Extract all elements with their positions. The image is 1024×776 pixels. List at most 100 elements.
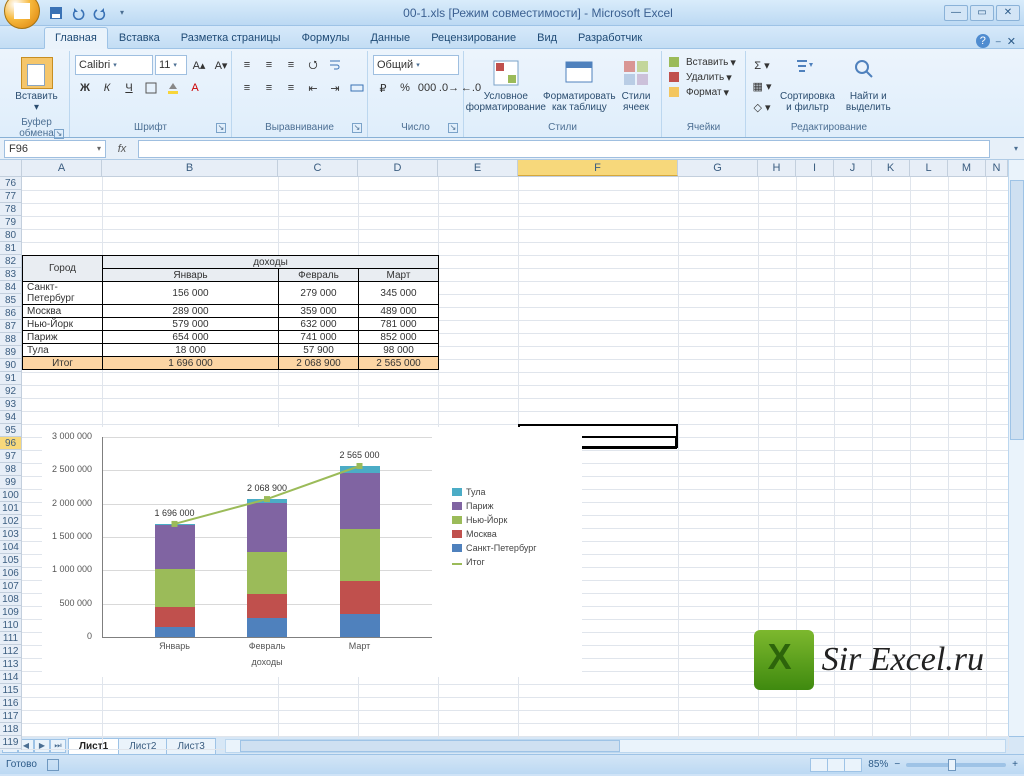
increase-font-icon[interactable]: A▴ <box>189 55 209 75</box>
fill-icon[interactable]: ▦ ▾ <box>751 76 773 96</box>
col-header-A[interactable]: A <box>22 160 102 176</box>
ribbon-tab-6[interactable]: Вид <box>527 28 567 48</box>
ribbon-tab-4[interactable]: Данные <box>360 28 420 48</box>
wrap-text-icon[interactable] <box>325 55 345 75</box>
col-header-D[interactable]: D <box>358 160 438 176</box>
minimize-button[interactable]: — <box>944 5 968 21</box>
align-bot-icon[interactable]: ≡ <box>281 55 301 75</box>
qat-save-icon[interactable] <box>46 3 66 23</box>
view-layout-icon[interactable] <box>827 758 845 772</box>
zoom-out-icon[interactable]: − <box>894 759 900 770</box>
row-header-104[interactable]: 104 <box>0 541 21 554</box>
clear-icon[interactable]: ◇ ▾ <box>751 97 773 117</box>
formula-expand-icon[interactable]: ▾ <box>1008 144 1024 153</box>
row-header-107[interactable]: 107 <box>0 580 21 593</box>
row-header-105[interactable]: 105 <box>0 554 21 567</box>
ribbon-tab-0[interactable]: Главная <box>44 27 108 49</box>
col-header-J[interactable]: J <box>834 160 872 176</box>
row-header-79[interactable]: 79 <box>0 216 21 229</box>
row-header-80[interactable]: 80 <box>0 229 21 242</box>
row-header-82[interactable]: 82 <box>0 255 21 268</box>
row-header-109[interactable]: 109 <box>0 606 21 619</box>
format-cells-button[interactable]: Формат ▾ <box>667 85 729 99</box>
row-header-90[interactable]: 90 <box>0 359 21 372</box>
col-header-N[interactable]: N <box>986 160 1008 176</box>
macro-record-icon[interactable] <box>47 759 59 771</box>
col-header-L[interactable]: L <box>910 160 948 176</box>
conditional-format-button[interactable]: Условное форматирование <box>469 55 543 115</box>
clipboard-dialog-icon[interactable]: ↘ <box>54 129 64 139</box>
row-header-113[interactable]: 113 <box>0 658 21 671</box>
row-header-89[interactable]: 89 <box>0 346 21 359</box>
qat-undo-icon[interactable] <box>68 3 88 23</box>
row-header-81[interactable]: 81 <box>0 242 21 255</box>
col-header-H[interactable]: H <box>758 160 796 176</box>
row-header-111[interactable]: 111 <box>0 632 21 645</box>
align-center-icon[interactable]: ≡ <box>259 78 279 98</box>
sort-filter-button[interactable]: Сортировка и фильтр <box>776 55 839 115</box>
row-header-101[interactable]: 101 <box>0 502 21 515</box>
fx-icon[interactable]: fx <box>112 140 132 158</box>
row-header-95[interactable]: 95 <box>0 424 21 437</box>
row-header-106[interactable]: 106 <box>0 567 21 580</box>
vertical-scrollbar[interactable] <box>1008 160 1024 736</box>
percent-icon[interactable]: % <box>395 78 415 98</box>
row-header-94[interactable]: 94 <box>0 411 21 424</box>
qat-customize-icon[interactable]: ▾ <box>112 3 132 23</box>
select-all-corner[interactable] <box>0 160 22 177</box>
number-dialog-icon[interactable]: ↘ <box>448 123 458 133</box>
indent-inc-icon[interactable]: ⇥ <box>325 78 345 98</box>
row-header-77[interactable]: 77 <box>0 190 21 203</box>
row-header-115[interactable]: 115 <box>0 684 21 697</box>
font-size-combo[interactable]: 11▾ <box>155 55 187 75</box>
font-name-combo[interactable]: Calibri▾ <box>75 55 153 75</box>
col-header-F[interactable]: F <box>518 160 678 176</box>
row-header-102[interactable]: 102 <box>0 515 21 528</box>
close-button[interactable]: ✕ <box>996 5 1020 21</box>
format-as-table-button[interactable]: Форматировать как таблицу <box>546 55 613 115</box>
row-header-99[interactable]: 99 <box>0 476 21 489</box>
row-header-119[interactable]: 119 <box>0 736 21 749</box>
ribbon-tab-5[interactable]: Рецензирование <box>421 28 526 48</box>
insert-cells-button[interactable]: Вставить ▾ <box>667 55 736 69</box>
row-header-83[interactable]: 83 <box>0 268 21 281</box>
ribbon-tab-3[interactable]: Формулы <box>292 28 360 48</box>
col-header-E[interactable]: E <box>438 160 518 176</box>
col-header-G[interactable]: G <box>678 160 758 176</box>
col-header-M[interactable]: M <box>948 160 986 176</box>
delete-cells-button[interactable]: Удалить ▾ <box>667 70 732 84</box>
row-header-97[interactable]: 97 <box>0 450 21 463</box>
col-header-B[interactable]: B <box>102 160 278 176</box>
number-format-combo[interactable]: Общий▾ <box>373 55 459 75</box>
maximize-button[interactable]: ▭ <box>970 5 994 21</box>
ribbon-minimize-icon[interactable]: – <box>996 36 1001 46</box>
row-header-108[interactable]: 108 <box>0 593 21 606</box>
doc-close-icon[interactable]: ✕ <box>1007 35 1016 48</box>
help-icon[interactable]: ? <box>976 34 990 48</box>
row-header-98[interactable]: 98 <box>0 463 21 476</box>
row-header-117[interactable]: 117 <box>0 710 21 723</box>
office-button[interactable] <box>4 0 40 29</box>
row-header-110[interactable]: 110 <box>0 619 21 632</box>
row-header-103[interactable]: 103 <box>0 528 21 541</box>
decrease-font-icon[interactable]: A▾ <box>211 55 231 75</box>
zoom-in-icon[interactable]: + <box>1012 759 1018 770</box>
formula-input[interactable] <box>138 140 990 158</box>
autosum-icon[interactable]: Σ ▾ <box>751 55 773 75</box>
align-right-icon[interactable]: ≡ <box>281 78 301 98</box>
row-header-84[interactable]: 84 <box>0 281 21 294</box>
bold-icon[interactable]: Ж <box>75 78 95 98</box>
align-top-icon[interactable]: ≡ <box>237 55 257 75</box>
row-header-116[interactable]: 116 <box>0 697 21 710</box>
font-dialog-icon[interactable]: ↘ <box>216 123 226 133</box>
paste-button[interactable]: Вставить ▾ <box>9 55 64 115</box>
row-header-92[interactable]: 92 <box>0 385 21 398</box>
row-header-93[interactable]: 93 <box>0 398 21 411</box>
align-dialog-icon[interactable]: ↘ <box>352 123 362 133</box>
horizontal-scrollbar[interactable] <box>225 739 1006 753</box>
zoom-slider[interactable] <box>906 763 1006 767</box>
align-mid-icon[interactable]: ≡ <box>259 55 279 75</box>
border-icon[interactable] <box>141 78 161 98</box>
row-header-88[interactable]: 88 <box>0 333 21 346</box>
row-header-76[interactable]: 76 <box>0 177 21 190</box>
